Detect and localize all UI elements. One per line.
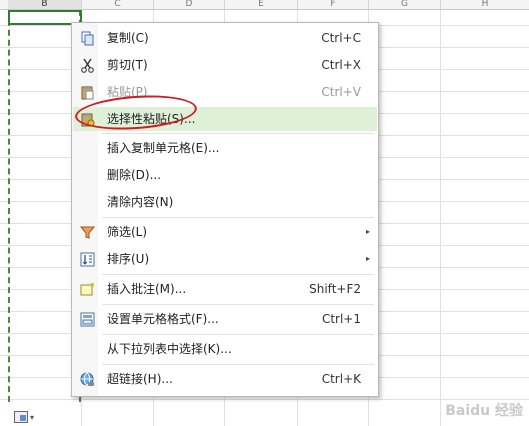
format-cells-icon bbox=[80, 312, 95, 327]
menu-separator bbox=[102, 334, 374, 335]
comment-icon bbox=[80, 283, 94, 296]
menu-item-label: 复制(C) bbox=[107, 31, 149, 45]
menu-item-shortcut: Ctrl+C bbox=[321, 31, 361, 45]
sort-icon bbox=[80, 252, 95, 267]
menu-item-shortcut: Ctrl+1 bbox=[321, 312, 361, 326]
menu-item-sort[interactable]: 排序(U) ▸ bbox=[73, 247, 377, 271]
paste-icon bbox=[81, 86, 94, 100]
menu-item-insert-comment[interactable]: 插入批注(M)... Shift+F2 bbox=[73, 277, 377, 301]
menu-item-insert-copied-cells[interactable]: 插入复制单元格(E)... bbox=[73, 136, 377, 160]
paste-options-arrow-icon: ▾ bbox=[30, 412, 35, 422]
column-header-h[interactable]: H bbox=[441, 0, 529, 9]
menu-separator bbox=[102, 133, 374, 134]
menu-item-shortcut: Ctrl+V bbox=[321, 85, 361, 99]
column-header-e[interactable]: E bbox=[225, 0, 298, 9]
menu-item-clear-contents[interactable]: 清除内容(N) bbox=[73, 190, 377, 214]
menu-item-hyperlink[interactable]: 超链接(H)... Ctrl+K bbox=[73, 367, 377, 391]
context-menu: 复制(C) Ctrl+C 剪切(T) Ctrl+X 粘贴(P) Ctrl+V 选… bbox=[71, 22, 379, 397]
menu-item-label: 超链接(H)... bbox=[107, 372, 173, 386]
menu-item-pick-from-dropdown[interactable]: 从下拉列表中选择(K)... bbox=[73, 337, 377, 361]
menu-item-format-cells[interactable]: 设置单元格格式(F)... Ctrl+1 bbox=[73, 307, 377, 331]
column-header-bar: B C D E F G H bbox=[0, 0, 529, 10]
submenu-arrow-icon: ▸ bbox=[365, 254, 370, 263]
scissors-icon bbox=[81, 58, 94, 73]
paste-options-icon bbox=[14, 411, 28, 423]
menu-item-copy[interactable]: 复制(C) Ctrl+C bbox=[73, 26, 377, 50]
menu-separator bbox=[102, 304, 374, 305]
menu-item-shortcut: Ctrl+K bbox=[321, 372, 361, 386]
menu-item-filter[interactable]: 筛选(L) ▸ bbox=[73, 220, 377, 244]
menu-separator bbox=[102, 364, 374, 365]
column-header-f[interactable]: F bbox=[298, 0, 369, 9]
menu-item-cut[interactable]: 剪切(T) Ctrl+X bbox=[73, 53, 377, 77]
column-header-g[interactable]: G bbox=[369, 0, 441, 9]
menu-item-label: 从下拉列表中选择(K)... bbox=[107, 342, 232, 356]
menu-item-label: 插入复制单元格(E)... bbox=[107, 141, 220, 155]
menu-item-label: 筛选(L) bbox=[107, 225, 148, 239]
copy-icon bbox=[81, 31, 94, 46]
menu-separator bbox=[102, 274, 374, 275]
hyperlink-icon bbox=[80, 372, 94, 386]
column-header-d[interactable]: D bbox=[154, 0, 225, 9]
column-header-b[interactable]: B bbox=[8, 0, 82, 9]
menu-item-label: 排序(U) bbox=[107, 252, 150, 266]
filter-icon bbox=[80, 226, 95, 239]
menu-item-label: 清除内容(N) bbox=[107, 195, 174, 209]
baidu-watermark: Baidu 经验 bbox=[445, 403, 523, 419]
menu-separator bbox=[102, 217, 374, 218]
menu-item-shortcut: Ctrl+X bbox=[321, 58, 361, 72]
menu-item-shortcut: Shift+F2 bbox=[309, 282, 361, 296]
column-header-c[interactable]: C bbox=[82, 0, 154, 9]
menu-item-label: 删除(D)... bbox=[107, 168, 162, 182]
menu-item-label: 插入批注(M)... bbox=[107, 282, 187, 296]
menu-item-label: 剪切(T) bbox=[107, 58, 148, 72]
menu-item-label: 设置单元格格式(F)... bbox=[107, 312, 219, 326]
menu-item-delete[interactable]: 删除(D)... bbox=[73, 163, 377, 187]
submenu-arrow-icon: ▸ bbox=[365, 227, 370, 236]
paste-options-button[interactable]: ▾ bbox=[14, 410, 44, 424]
